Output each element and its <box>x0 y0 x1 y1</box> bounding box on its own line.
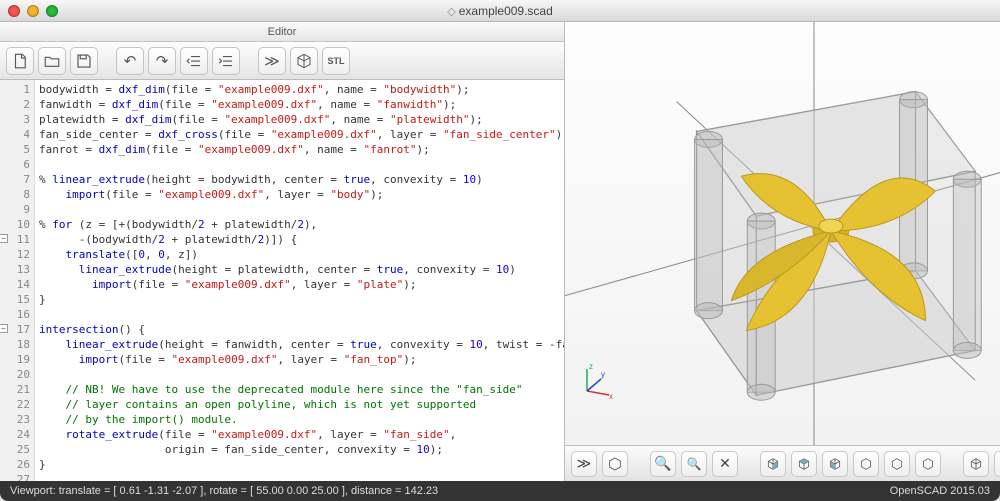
indent-button[interactable] <box>212 47 240 75</box>
view-back-button[interactable] <box>884 451 910 477</box>
editor-toolbar: ↶ ↷ ≫ STL <box>0 42 564 80</box>
viewport-toolbar: ≫ 🔍 🔍 ✕ ≫ <box>565 445 1000 481</box>
preview-view-button[interactable]: ≫ <box>571 451 597 477</box>
open-button[interactable] <box>38 47 66 75</box>
reset-view-button[interactable]: ✕ <box>712 451 738 477</box>
view-bottom-button[interactable] <box>915 451 941 477</box>
preview-button[interactable]: ≫ <box>258 47 286 75</box>
perspective-button[interactable] <box>963 451 989 477</box>
axes-indicator: z y x <box>577 361 617 401</box>
main-content: Editor ↶ ↷ ≫ STL 1234567891011−121314151… <box>0 22 1000 481</box>
version-label: OpenSCAD 2015.03 <box>890 485 990 497</box>
viewport-status: Viewport: translate = [ 0.61 -1.31 -2.07… <box>10 485 438 497</box>
window-title: example009.scad <box>0 4 1000 18</box>
editor-header: Editor <box>0 22 564 42</box>
3d-render <box>565 22 1000 445</box>
app-window: example009.scad Editor ↶ ↷ ≫ STL 1234567… <box>0 0 1000 501</box>
view-left-button[interactable] <box>822 451 848 477</box>
zoom-out-button[interactable]: 🔍 <box>681 451 707 477</box>
svg-text:x: x <box>609 392 613 401</box>
save-button[interactable] <box>70 47 98 75</box>
unindent-button[interactable] <box>180 47 208 75</box>
svg-text:z: z <box>589 362 593 371</box>
render-button[interactable] <box>290 47 318 75</box>
code-content[interactable]: bodywidth = dxf_dim(file = "example009.d… <box>35 80 564 481</box>
svg-text:y: y <box>601 370 605 379</box>
line-gutter: 1234567891011−121314151617−1819202122232… <box>0 80 35 481</box>
titlebar: example009.scad <box>0 0 1000 22</box>
status-bar: Viewport: translate = [ 0.61 -1.31 -2.07… <box>0 481 1000 501</box>
editor-pane: Editor ↶ ↷ ≫ STL 1234567891011−121314151… <box>0 22 565 481</box>
view-top-button[interactable] <box>791 451 817 477</box>
redo-button[interactable]: ↷ <box>148 47 176 75</box>
code-editor[interactable]: 1234567891011−121314151617−1819202122232… <box>0 80 564 481</box>
view-right-button[interactable] <box>760 451 786 477</box>
stl-button[interactable]: STL <box>322 47 350 75</box>
undo-button[interactable]: ↶ <box>116 47 144 75</box>
ortho-button[interactable] <box>994 451 1000 477</box>
3d-viewport[interactable]: z y x <box>565 22 1000 445</box>
new-button[interactable] <box>6 47 34 75</box>
viewport-pane: z y x ≫ 🔍 🔍 ✕ <box>565 22 1000 481</box>
zoom-in-button[interactable]: 🔍 <box>650 451 676 477</box>
render-view-button[interactable] <box>602 451 628 477</box>
view-front-button[interactable] <box>853 451 879 477</box>
